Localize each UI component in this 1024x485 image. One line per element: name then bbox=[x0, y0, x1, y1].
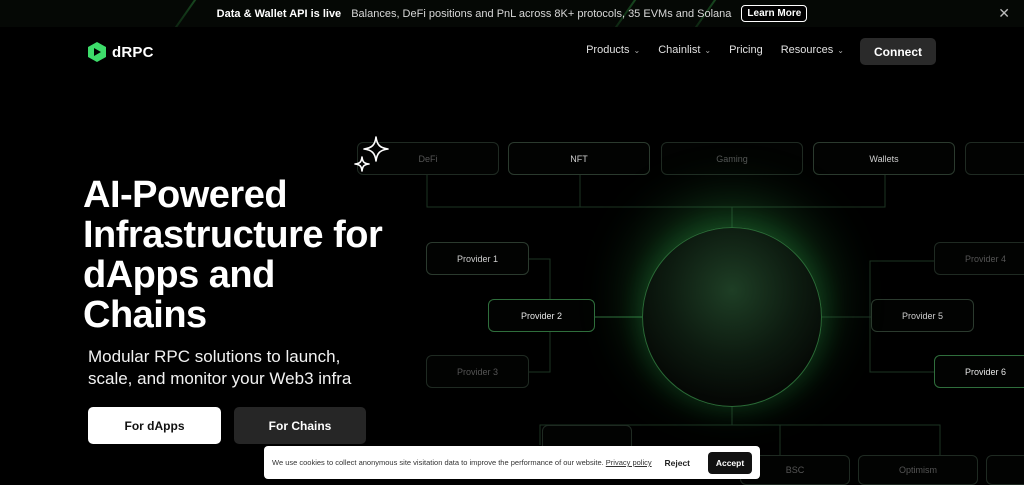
for-dapps-button[interactable]: For dApps bbox=[88, 407, 221, 444]
announcement-description: Balances, DeFi positions and PnL across … bbox=[351, 7, 732, 20]
decor-streak bbox=[157, 0, 205, 27]
nav-item-products[interactable]: Products ⌄ bbox=[586, 44, 640, 56]
category-box-nft: NFT bbox=[508, 142, 650, 175]
chevron-down-icon: ⌄ bbox=[704, 45, 712, 55]
nav-item-label: Chainlist bbox=[658, 44, 701, 56]
category-box-wallets: Wallets bbox=[813, 142, 955, 175]
provider-box-6: Provider 6 bbox=[934, 355, 1024, 388]
accept-button[interactable]: Accept bbox=[708, 451, 752, 474]
provider-box-3: Provider 3 bbox=[426, 355, 529, 388]
provider-box-5: Provider 5 bbox=[871, 299, 974, 332]
for-chains-button[interactable]: For Chains bbox=[234, 407, 366, 444]
chain-box-optimism: Optimism bbox=[858, 455, 978, 485]
router-orb bbox=[642, 227, 822, 407]
announcement-bar: Data & Wallet API is live Balances, DeFi… bbox=[0, 0, 1024, 27]
close-icon[interactable]: ✕ bbox=[998, 5, 1010, 22]
drpc-logo-icon bbox=[88, 42, 106, 62]
category-box-partial bbox=[965, 142, 1024, 175]
cookie-banner: We use cookies to collect anonymous site… bbox=[264, 446, 760, 479]
nav-item-pricing[interactable]: Pricing bbox=[729, 44, 763, 56]
privacy-policy-link[interactable]: Privacy policy bbox=[606, 458, 652, 467]
cookie-message: We use cookies to collect anonymous site… bbox=[272, 458, 664, 467]
learn-more-button[interactable]: Learn More bbox=[741, 5, 808, 22]
nav-item-chainlist[interactable]: Chainlist ⌄ bbox=[658, 44, 711, 56]
nav-item-label: Products bbox=[586, 44, 630, 56]
category-box-gaming: Gaming bbox=[661, 142, 803, 175]
provider-box-4: Provider 4 bbox=[934, 242, 1024, 275]
nav-item-label: Resources bbox=[780, 44, 834, 56]
chevron-down-icon: ⌄ bbox=[837, 45, 844, 55]
logo-text: dRPC bbox=[112, 43, 154, 61]
nav-item-label: Pricing bbox=[729, 44, 763, 56]
top-nav: dRPC Products ⌄ Chainlist ⌄ Pricing Reso… bbox=[0, 27, 1024, 77]
reject-button[interactable]: Reject bbox=[664, 458, 690, 468]
hero-subtitle: Modular RPC solutions to launch, scale, … bbox=[88, 347, 352, 388]
chevron-down-icon: ⌄ bbox=[633, 45, 641, 55]
routing-diagram: DeFi NFT Gaming Wallets Provider 1 Provi… bbox=[350, 135, 1024, 485]
chain-box-partial bbox=[986, 455, 1024, 485]
cookie-message-text: We use cookies to collect anonymous site… bbox=[272, 458, 604, 467]
provider-box-2: Provider 2 bbox=[488, 299, 595, 332]
announcement-title: Data & Wallet API is live bbox=[216, 7, 342, 20]
logo[interactable]: dRPC bbox=[87, 41, 154, 63]
nav-item-resources[interactable]: Resources ⌄ bbox=[781, 44, 844, 56]
sparkle-icon bbox=[354, 136, 389, 172]
connect-button[interactable]: Connect bbox=[860, 38, 936, 65]
main-menu: Products ⌄ Chainlist ⌄ Pricing Resources… bbox=[586, 44, 844, 56]
hero-title: AI-Powered Infrastructure for dApps and … bbox=[83, 174, 383, 336]
provider-box-1: Provider 1 bbox=[426, 242, 529, 275]
